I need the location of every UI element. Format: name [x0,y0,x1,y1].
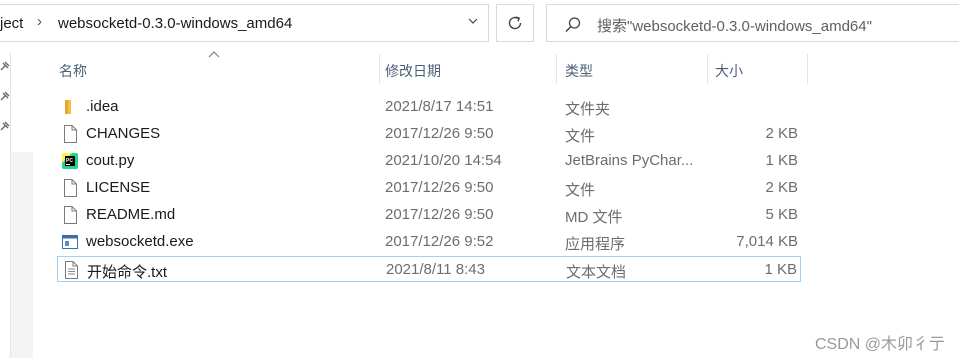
file-date: 2017/12/26 9:50 [385,179,494,196]
file-row[interactable]: PC cout.py 2021/10/20 14:54 JetBrains Py… [57,148,801,174]
column-divider[interactable] [707,54,708,84]
column-header-name-label: 名称 [59,63,87,79]
folder-icon [65,100,71,114]
file-type: JetBrains PyChar... [565,152,694,169]
file-size: 2 KB [765,125,798,142]
file-type: 应用程序 [565,236,626,253]
file-name: 开始命令.txt [87,264,168,281]
pane-scroll-area [11,152,33,358]
file-size: 1 KB [764,261,797,278]
column-header-type-label: 类型 [565,63,593,79]
chevron-down-icon[interactable] [468,16,478,26]
search-box[interactable]: 搜索"websocketd-0.3.0-windows_amd64" [546,4,959,42]
column-divider[interactable] [807,54,808,84]
refresh-icon [508,16,522,30]
file-date: 2021/10/20 14:54 [385,152,502,169]
file-type: 文本文档 [566,264,627,281]
file-name: cout.py [86,152,135,169]
file-name: .idea [86,98,119,115]
pycharm-icon: PC [62,153,78,169]
column-header-size[interactable]: 大小 [707,54,808,84]
pin-icon[interactable] [0,91,10,101]
search-icon [565,17,581,33]
address-bar[interactable]: ject › websocketd-0.3.0-windows_amd64 [0,4,489,42]
column-header-date-label: 修改日期 [385,63,441,79]
file-icon [64,125,77,143]
svg-text:PC: PC [66,158,73,164]
file-size: 2 KB [765,179,798,196]
file-date: 2017/12/26 9:50 [385,125,494,142]
pin-icon[interactable] [0,61,10,71]
file-icon [64,206,77,224]
file-row[interactable]: README.md 2017/12/26 9:50 MD 文件 5 KB [57,202,801,228]
breadcrumb-current[interactable]: websocketd-0.3.0-windows_amd64 [58,15,292,32]
file-size: 1 KB [765,152,798,169]
file-row[interactable]: LICENSE 2017/12/26 9:50 文件 2 KB [57,175,801,201]
file-name: CHANGES [86,125,161,142]
file-date: 2017/12/26 9:50 [385,206,494,223]
watermark: CSDN @木卯彳亍 [814,336,945,353]
refresh-button[interactable] [496,4,534,42]
file-size: 5 KB [765,206,798,223]
column-divider[interactable] [379,54,380,84]
file-date: 2021/8/11 8:43 [386,261,485,278]
file-row[interactable]: websocketd.exe 2017/12/26 9:52 应用程序 7,01… [57,229,801,255]
file-row[interactable]: CHANGES 2017/12/26 9:50 文件 2 KB [57,121,801,147]
navigation-pane [0,52,34,358]
file-icon [64,179,77,197]
column-divider[interactable] [556,54,557,84]
file-size: 7,014 KB [736,233,798,250]
search-input[interactable]: 搜索"websocketd-0.3.0-windows_amd64" [597,15,872,36]
file-date: 2021/8/17 14:51 [385,98,494,115]
file-name: README.md [86,206,176,223]
file-type: 文件夹 [565,101,611,118]
text-file-icon [65,261,78,279]
file-name: LICENSE [86,179,151,196]
exe-icon [62,235,78,249]
file-row-selected[interactable]: 开始命令.txt 2021/8/11 8:43 文本文档 1 KB [57,256,801,282]
pin-icon[interactable] [0,121,10,131]
column-header-size-label: 大小 [715,63,743,79]
breadcrumb-separator-icon[interactable]: › [37,13,42,30]
breadcrumb-parent[interactable]: ject [0,15,23,32]
file-type: 文件 [565,182,596,199]
file-row[interactable]: .idea 2021/8/17 14:51 文件夹 [57,94,801,120]
column-header-date[interactable]: 修改日期 [379,54,556,84]
file-type: MD 文件 [565,209,623,226]
file-type: 文件 [565,128,596,145]
file-date: 2017/12/26 9:52 [385,233,494,250]
file-name: websocketd.exe [86,233,194,250]
column-header-name[interactable]: 名称 [55,54,379,84]
column-header-type[interactable]: 类型 [556,54,707,84]
